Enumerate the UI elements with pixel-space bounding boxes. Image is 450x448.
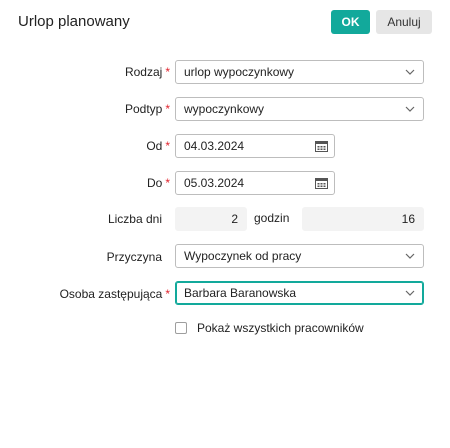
calendar-icon[interactable] xyxy=(315,140,328,152)
do-date-input[interactable]: 05.03.2024 xyxy=(175,171,335,195)
rodzaj-value: urlop wypoczynkowy xyxy=(184,65,295,79)
do-value: 05.03.2024 xyxy=(184,176,245,190)
required-marker: * xyxy=(165,176,170,190)
liczba-dni-label: Liczba dni xyxy=(107,212,162,226)
rodzaj-label: Rodzaj * xyxy=(124,65,170,79)
godzin-value: 16 xyxy=(302,207,424,231)
od-label: Od * xyxy=(146,139,170,153)
przyczyna-select[interactable]: Wypoczynek od pracy xyxy=(175,244,424,268)
calendar-icon[interactable] xyxy=(315,177,328,189)
podtyp-select[interactable]: wypoczynkowy xyxy=(175,97,424,121)
required-marker: * xyxy=(165,102,170,116)
liczba-dni-value: 2 xyxy=(175,207,247,231)
podtyp-label: Podtyp * xyxy=(124,102,170,116)
chevron-down-icon xyxy=(405,253,415,259)
required-marker: * xyxy=(165,65,170,79)
osoba-label: Osoba zastępująca * xyxy=(59,287,170,301)
show-all-checkbox[interactable] xyxy=(175,322,187,334)
przyczyna-label: Przyczyna xyxy=(106,250,162,264)
chevron-down-icon xyxy=(405,106,415,112)
required-marker: * xyxy=(165,287,170,301)
show-all-label[interactable]: Pokaż wszystkich pracowników xyxy=(197,321,364,335)
chevron-down-icon xyxy=(405,69,415,75)
osoba-value: Barbara Baranowska xyxy=(184,286,297,300)
rodzaj-select[interactable]: urlop wypoczynkowy xyxy=(175,60,424,84)
cancel-button[interactable]: Anuluj xyxy=(376,10,432,34)
godzin-label: godzin xyxy=(254,211,290,225)
od-date-input[interactable]: 04.03.2024 xyxy=(175,134,335,158)
od-value: 04.03.2024 xyxy=(184,139,245,153)
show-all-row[interactable]: Pokaż wszystkich pracowników xyxy=(175,321,364,335)
ok-button[interactable]: OK xyxy=(331,10,370,34)
osoba-select[interactable]: Barbara Baranowska xyxy=(175,281,424,305)
przyczyna-value: Wypoczynek od pracy xyxy=(184,249,302,263)
chevron-down-icon xyxy=(405,290,415,296)
required-marker: * xyxy=(165,139,170,153)
podtyp-value: wypoczynkowy xyxy=(184,102,265,116)
do-label: Do * xyxy=(146,176,170,190)
dialog-title: Urlop planowany xyxy=(18,13,130,30)
leave-dialog: Urlop planowany OK Anuluj Rodzaj * urlop … xyxy=(0,0,450,448)
dialog-header: Urlop planowany OK Anuluj xyxy=(0,0,450,46)
